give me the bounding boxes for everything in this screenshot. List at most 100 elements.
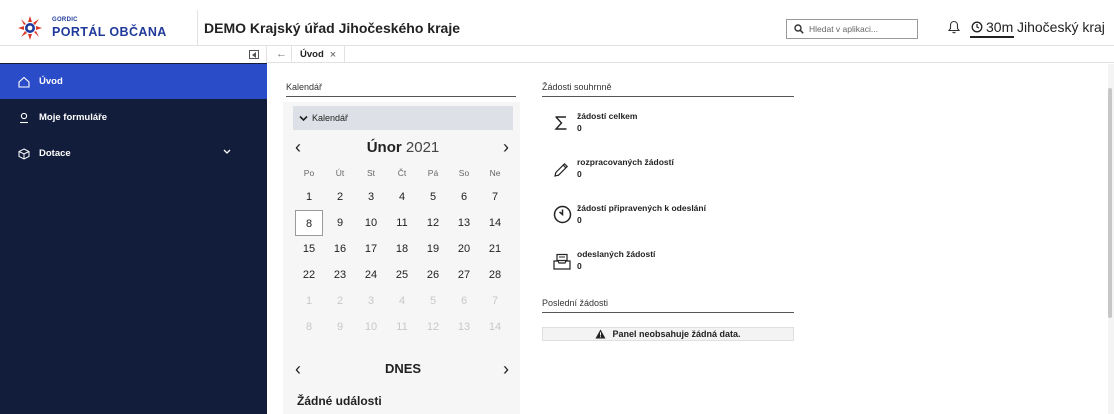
stat-value: 0 bbox=[577, 169, 582, 179]
month-navigation: ‹ Únor 2021 › bbox=[293, 138, 513, 158]
weekday-label: St bbox=[366, 168, 376, 178]
pencil-icon bbox=[554, 162, 569, 177]
calendar-day[interactable]: 24 bbox=[357, 262, 385, 288]
calendar-day[interactable]: 11 bbox=[388, 314, 416, 340]
next-day-icon[interactable]: › bbox=[503, 360, 509, 378]
calendar-day[interactable]: 4 bbox=[388, 288, 416, 314]
calendar-day[interactable]: 12 bbox=[419, 314, 447, 340]
stat-label: odeslaných žádostí bbox=[577, 249, 656, 259]
calendar-day[interactable]: 4 bbox=[388, 184, 416, 210]
month-name: Únor bbox=[366, 139, 402, 156]
sidebar-item-dotace[interactable]: Dotace bbox=[0, 136, 267, 171]
home-icon bbox=[18, 76, 30, 88]
calendar-section-label: Kalendář bbox=[286, 82, 516, 97]
calendar-day[interactable]: 13 bbox=[450, 210, 478, 236]
calendar-day[interactable]: 15 bbox=[295, 236, 323, 262]
calendar-panel: Kalendář ‹ Únor 2021 › Po Út St Čt Pá So… bbox=[283, 102, 520, 414]
sidebar-item-label: Dotace bbox=[39, 148, 71, 159]
inbox-icon bbox=[553, 253, 571, 270]
calendar-day[interactable]: 5 bbox=[419, 288, 447, 314]
calendar-day[interactable]: 2 bbox=[326, 288, 354, 314]
search-input[interactable] bbox=[809, 22, 915, 36]
calendar-day[interactable]: 8 bbox=[295, 210, 323, 236]
search-box[interactable] bbox=[786, 19, 918, 39]
calendar-day[interactable]: 6 bbox=[450, 288, 478, 314]
calendar-day[interactable]: 12 bbox=[419, 210, 447, 236]
stat-label: rozpracovaných žádostí bbox=[577, 157, 674, 167]
stat-label: žádostí připravených k odeslání bbox=[577, 203, 706, 213]
calendar-day[interactable]: 21 bbox=[481, 236, 509, 262]
calendar-day[interactable]: 26 bbox=[419, 262, 447, 288]
sidebar-item-label: Úvod bbox=[39, 76, 63, 87]
user-icon bbox=[18, 112, 30, 124]
chevron-down-icon bbox=[299, 115, 308, 121]
tab-bar: ← Úvod × bbox=[267, 46, 1114, 63]
sidebar-item-moje-formulare[interactable]: Moje formuláře bbox=[0, 100, 267, 135]
calendar-day[interactable]: 1 bbox=[295, 288, 323, 314]
stat-value: 0 bbox=[577, 215, 582, 225]
vertical-scrollbar[interactable] bbox=[1108, 64, 1114, 414]
calendar-day[interactable]: 19 bbox=[419, 236, 447, 262]
calendar-toggle[interactable]: Kalendář bbox=[293, 106, 513, 130]
calendar-header-label: Kalendář bbox=[312, 113, 349, 123]
chevron-down-icon bbox=[223, 149, 231, 154]
search-icon bbox=[794, 24, 804, 34]
calendar-day[interactable]: 10 bbox=[357, 210, 385, 236]
logo-icon bbox=[18, 16, 42, 40]
calendar-day[interactable]: 22 bbox=[295, 262, 323, 288]
clock-icon bbox=[971, 21, 983, 33]
calendar-day[interactable]: 7 bbox=[481, 288, 509, 314]
back-arrow-icon[interactable]: ← bbox=[276, 48, 287, 60]
stat-value: 0 bbox=[577, 261, 582, 271]
calendar-day[interactable]: 16 bbox=[326, 236, 354, 262]
calendar-day[interactable]: 18 bbox=[388, 236, 416, 262]
calendar-week: 22 23 24 25 26 27 28 bbox=[297, 262, 507, 286]
calendar-day[interactable]: 10 bbox=[357, 314, 385, 340]
calendar-day[interactable]: 27 bbox=[450, 262, 478, 288]
calendar-day[interactable]: 5 bbox=[419, 184, 447, 210]
calendar-day[interactable]: 13 bbox=[450, 314, 478, 340]
calendar-day[interactable]: 3 bbox=[357, 288, 385, 314]
region-selector[interactable]: Jihočeský kraj bbox=[1017, 19, 1105, 35]
calendar-day[interactable]: 25 bbox=[388, 262, 416, 288]
collapse-sidebar-icon[interactable] bbox=[249, 50, 259, 59]
calendar-day[interactable]: 17 bbox=[357, 236, 385, 262]
calendar-day[interactable]: 6 bbox=[450, 184, 478, 210]
brand-name: PORTÁL OBČANA bbox=[52, 25, 167, 39]
brand-logo[interactable]: GORDIC PORTÁL OBČANA bbox=[0, 10, 198, 46]
calendar-day[interactable]: 9 bbox=[326, 210, 354, 236]
empty-state-text: Panel neobsahuje žádná data. bbox=[612, 329, 741, 339]
calendar-day[interactable]: 9 bbox=[326, 314, 354, 340]
calendar-day[interactable]: 8 bbox=[295, 314, 323, 340]
calendar-day[interactable]: 11 bbox=[388, 210, 416, 236]
tab-uvod[interactable]: Úvod × bbox=[291, 46, 346, 63]
sidebar-item-uvod[interactable]: Úvod bbox=[0, 64, 267, 99]
calendar-day[interactable]: 2 bbox=[326, 184, 354, 210]
sidebar-toolbar bbox=[0, 46, 267, 63]
bell-icon[interactable] bbox=[948, 20, 960, 34]
tab-label: Úvod bbox=[300, 49, 324, 60]
close-icon[interactable]: × bbox=[330, 49, 336, 61]
today-button[interactable]: DNES bbox=[293, 361, 513, 376]
brand-company: GORDIC bbox=[52, 17, 78, 23]
calendar-day[interactable]: 1 bbox=[295, 184, 323, 210]
session-timer[interactable]: 30m bbox=[970, 18, 1015, 38]
calendar-day[interactable]: 7 bbox=[481, 184, 509, 210]
calendar-day[interactable]: 28 bbox=[481, 262, 509, 288]
calendar-day[interactable]: 23 bbox=[326, 262, 354, 288]
calendar-day[interactable]: 14 bbox=[481, 314, 509, 340]
scrollbar-thumb[interactable] bbox=[1108, 88, 1112, 318]
calendar-day[interactable]: 14 bbox=[481, 210, 509, 236]
clock-icon bbox=[553, 205, 572, 224]
no-events-message: Žádné události bbox=[297, 394, 382, 408]
page-title: DEMO Krajský úřad Jihočeského kraje bbox=[204, 20, 460, 36]
calendar-day[interactable]: 3 bbox=[357, 184, 385, 210]
sigma-icon bbox=[554, 116, 567, 130]
weekday-label: Pá bbox=[427, 168, 439, 178]
calendar-week: 8 9 10 11 12 13 14 bbox=[297, 314, 507, 338]
next-month-icon[interactable]: › bbox=[503, 138, 509, 156]
calendar-day[interactable]: 20 bbox=[450, 236, 478, 262]
timer-value: 30m bbox=[986, 19, 1014, 35]
sidebar: Úvod Moje formuláře Dotace bbox=[0, 46, 267, 414]
calendar-week: 1234567 bbox=[297, 184, 507, 208]
